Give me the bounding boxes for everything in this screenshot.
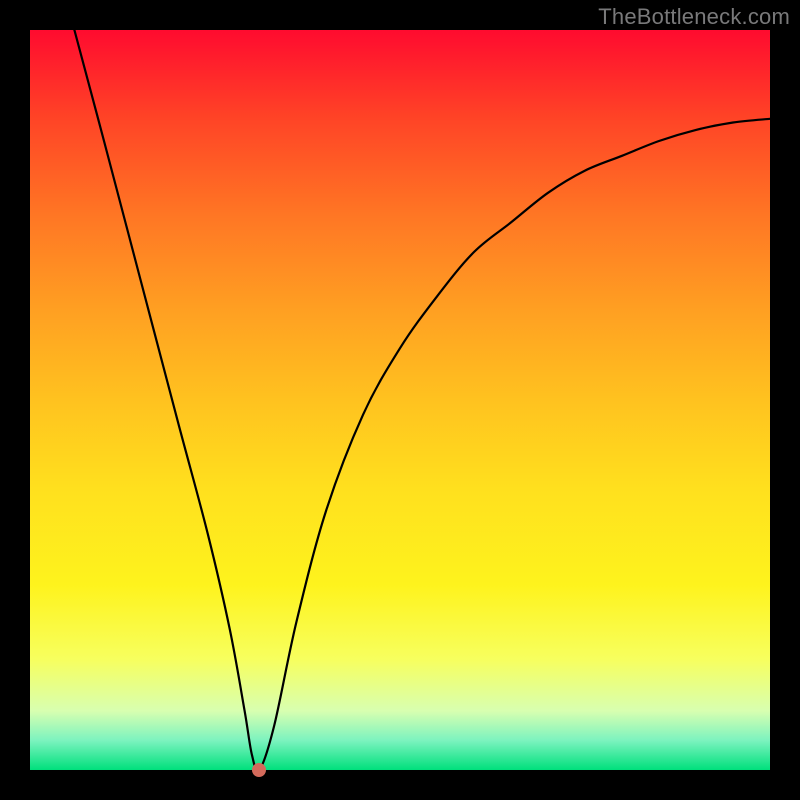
curve-svg	[30, 30, 770, 770]
bottleneck-curve	[74, 30, 770, 771]
plot-area	[30, 30, 770, 770]
watermark-text: TheBottleneck.com	[598, 4, 790, 30]
minimum-point-marker	[252, 763, 266, 777]
chart-frame: TheBottleneck.com	[0, 0, 800, 800]
